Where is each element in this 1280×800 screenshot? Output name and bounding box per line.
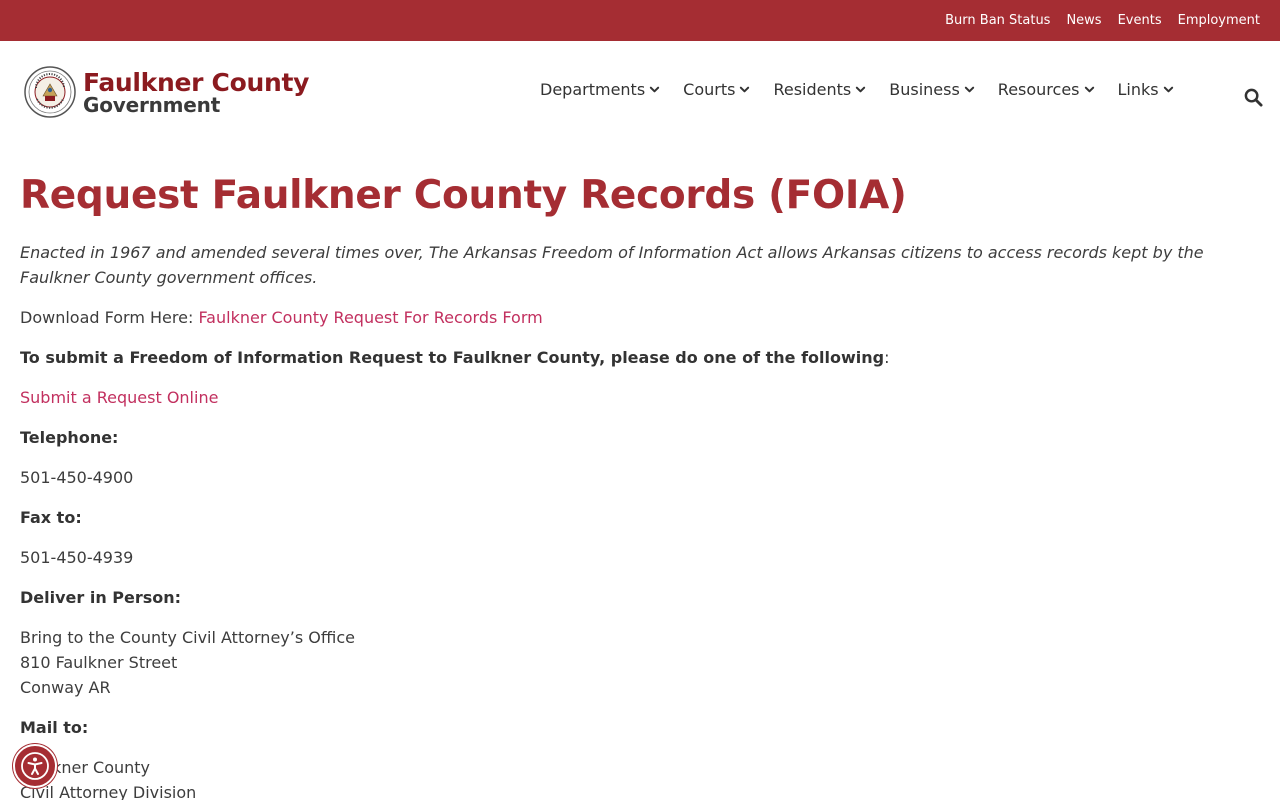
site-logo[interactable]: Faulkner County Government — [24, 66, 309, 118]
logo-title: Faulkner County — [83, 67, 310, 97]
deliver-label: Deliver in Person: — [20, 588, 182, 607]
main-navigation: Departments Courts Residents Business Re… — [540, 80, 1197, 99]
chevron-down-icon — [740, 86, 750, 93]
nav-label: Courts — [683, 80, 736, 99]
telephone-label: Telephone: — [20, 428, 119, 447]
mail-address: Faulkner County Civil Attorney Division — [20, 755, 1260, 800]
submit-instructions: To submit a Freedom of Information Reque… — [20, 348, 885, 367]
telephone-number: 501-450-4900 — [20, 468, 134, 487]
employment-link[interactable]: Employment — [1178, 13, 1260, 28]
nav-label: Links — [1117, 80, 1159, 99]
chevron-down-icon — [1084, 86, 1094, 93]
deliver-line: 810 Faulkner Street — [20, 653, 178, 672]
submit-instructions-row: To submit a Freedom of Information Reque… — [20, 345, 1260, 370]
intro-paragraph: Enacted in 1967 and amended several time… — [20, 243, 1204, 287]
nav-courts[interactable]: Courts — [683, 80, 750, 99]
deliver-line: Conway AR — [20, 678, 111, 697]
chevron-down-icon — [964, 86, 974, 93]
request-form-link[interactable]: Faulkner County Request For Records Form — [198, 308, 542, 327]
submit-online-link[interactable]: Submit a Request Online — [20, 388, 218, 407]
nav-label: Business — [889, 80, 960, 99]
nav-departments[interactable]: Departments — [540, 80, 660, 99]
search-icon[interactable] — [1244, 88, 1263, 107]
deliver-line: Bring to the County Civil Attorney’s Off… — [20, 628, 355, 647]
mail-label: Mail to: — [20, 718, 89, 737]
deliver-address: Bring to the County Civil Attorney’s Off… — [20, 625, 1260, 700]
chevron-down-icon — [649, 86, 660, 93]
nav-residents[interactable]: Residents — [773, 80, 866, 99]
utility-links: Burn Ban Status News Events Employment — [945, 0, 1260, 41]
news-link[interactable]: News — [1066, 13, 1101, 28]
fax-label: Fax to: — [20, 508, 82, 527]
county-seal-icon — [24, 66, 76, 118]
main-content: Request Faulkner County Records (FOIA) E… — [20, 170, 1260, 800]
fax-number: 501-450-4939 — [20, 548, 134, 567]
chevron-down-icon — [1163, 86, 1173, 93]
online-request-row: Submit a Request Online — [20, 385, 1260, 410]
chevron-down-icon — [856, 86, 866, 93]
burn-ban-status-link[interactable]: Burn Ban Status — [945, 13, 1050, 28]
mail-line: Faulkner County — [20, 758, 151, 777]
nav-label: Residents — [773, 80, 852, 99]
page-title: Request Faulkner County Records (FOIA) — [20, 173, 907, 218]
download-form-row: Download Form Here: Faulkner County Requ… — [20, 305, 1260, 330]
nav-label: Resources — [997, 80, 1080, 99]
nav-links[interactable]: Links — [1118, 80, 1174, 99]
accessibility-icon — [21, 752, 49, 780]
download-label: Download Form Here: — [20, 308, 199, 327]
site-header: Faulkner County Government Departments C… — [0, 41, 1280, 141]
nav-label: Departments — [540, 80, 646, 99]
utility-bar: Burn Ban Status News Events Employment — [0, 0, 1280, 41]
mail-line: Civil Attorney Division — [20, 783, 197, 800]
logo-subtitle: Government — [83, 92, 221, 117]
submit-instructions-suffix: : — [884, 348, 890, 367]
nav-business[interactable]: Business — [889, 80, 975, 99]
accessibility-button[interactable] — [13, 744, 57, 788]
nav-resources[interactable]: Resources — [998, 80, 1095, 99]
events-link[interactable]: Events — [1118, 13, 1162, 28]
